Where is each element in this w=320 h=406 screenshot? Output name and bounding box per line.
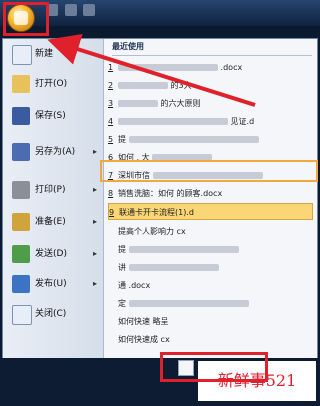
annotation-box-office [3,2,49,36]
annotation-box-footer [160,352,268,382]
selected-doc-outline [100,160,318,182]
annotation-arrow [47,33,256,107]
annotation-arrow-line [47,33,256,107]
